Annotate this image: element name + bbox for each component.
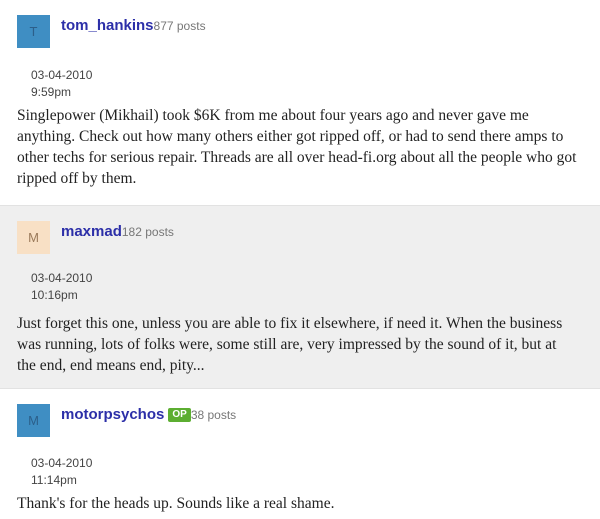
op-badge: OP: [168, 407, 191, 422]
avatar[interactable]: M: [17, 221, 50, 254]
author-line: motorpsychos OP 38 posts: [61, 406, 236, 423]
avatar[interactable]: M: [17, 404, 50, 437]
username-link[interactable]: tom_hankins: [61, 17, 154, 34]
post-count: 877 posts: [153, 18, 206, 33]
thread-posts: T tom_hankins 877 posts 03-04-2010 9:59p…: [0, 0, 600, 519]
avatar-letter: M: [28, 230, 39, 245]
post-time: 10:16pm: [31, 288, 78, 302]
avatar-letter: M: [28, 413, 39, 428]
post-item: T tom_hankins 877 posts 03-04-2010 9:59p…: [0, 0, 600, 206]
post-item: M maxmad 182 posts 03-04-2010 10:16pm Ju…: [0, 206, 600, 389]
post-date: 03-04-2010: [31, 456, 93, 470]
post-date: 03-04-2010: [31, 68, 93, 82]
post-body: Thank's for the heads up. Sounds like a …: [17, 495, 335, 512]
post-time: 11:14pm: [31, 473, 77, 487]
post-item: M motorpsychos OP 38 posts 03-04-2010 11…: [0, 389, 600, 519]
username-link[interactable]: maxmad: [61, 223, 122, 240]
post-body: Just forget this one, unless you are abl…: [17, 315, 563, 374]
avatar-letter: T: [29, 24, 38, 39]
author-line: tom_hankins 877 posts: [61, 17, 206, 34]
post-date: 03-04-2010: [31, 271, 93, 285]
post-count: 182 posts: [121, 224, 174, 239]
post-time: 9:59pm: [31, 85, 72, 99]
post-count: 38 posts: [190, 407, 237, 422]
post-body: Singlepower (Mikhail) took $6K from me a…: [17, 107, 577, 187]
avatar[interactable]: T: [17, 15, 50, 48]
author-line: maxmad 182 posts: [61, 223, 174, 240]
username-link[interactable]: motorpsychos: [61, 406, 164, 423]
